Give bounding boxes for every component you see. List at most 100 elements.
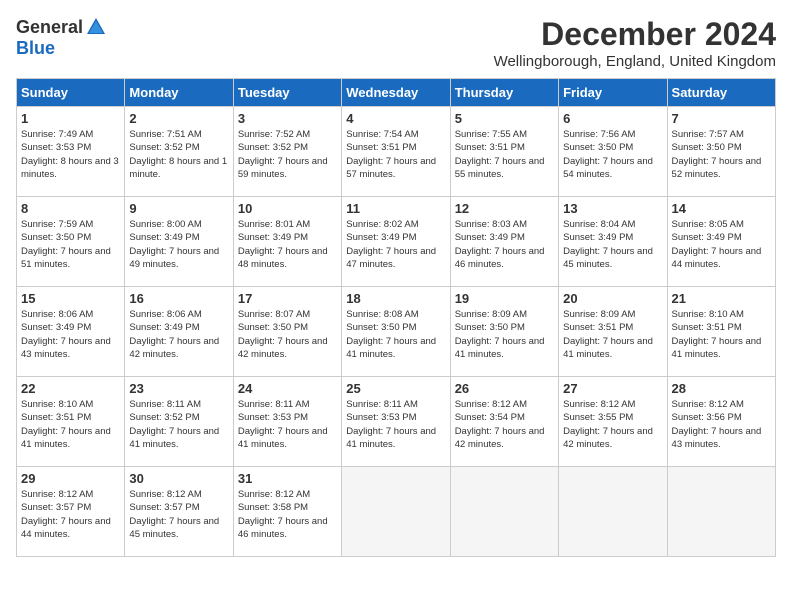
day-info: Sunrise: 8:09 AM Sunset: 3:51 PM Dayligh…: [563, 308, 662, 361]
day-info: Sunrise: 8:12 AM Sunset: 3:58 PM Dayligh…: [238, 488, 337, 541]
calendar-cell: 14 Sunrise: 8:05 AM Sunset: 3:49 PM Dayl…: [667, 197, 775, 287]
day-number: 1: [21, 111, 120, 126]
calendar-cell: 8 Sunrise: 7:59 AM Sunset: 3:50 PM Dayli…: [17, 197, 125, 287]
calendar-cell: 21 Sunrise: 8:10 AM Sunset: 3:51 PM Dayl…: [667, 287, 775, 377]
column-header-saturday: Saturday: [667, 79, 775, 107]
day-info: Sunrise: 8:04 AM Sunset: 3:49 PM Dayligh…: [563, 218, 662, 271]
day-number: 13: [563, 201, 662, 216]
calendar-cell: 10 Sunrise: 8:01 AM Sunset: 3:49 PM Dayl…: [233, 197, 341, 287]
day-info: Sunrise: 8:11 AM Sunset: 3:52 PM Dayligh…: [129, 398, 228, 451]
calendar-cell: 26 Sunrise: 8:12 AM Sunset: 3:54 PM Dayl…: [450, 377, 558, 467]
day-info: Sunrise: 8:10 AM Sunset: 3:51 PM Dayligh…: [672, 308, 771, 361]
calendar-cell: 19 Sunrise: 8:09 AM Sunset: 3:50 PM Dayl…: [450, 287, 558, 377]
day-info: Sunrise: 8:07 AM Sunset: 3:50 PM Dayligh…: [238, 308, 337, 361]
day-info: Sunrise: 8:02 AM Sunset: 3:49 PM Dayligh…: [346, 218, 445, 271]
title-block: December 2024 Wellingborough, England, U…: [494, 16, 776, 70]
day-info: Sunrise: 7:56 AM Sunset: 3:50 PM Dayligh…: [563, 128, 662, 181]
calendar-cell: 22 Sunrise: 8:10 AM Sunset: 3:51 PM Dayl…: [17, 377, 125, 467]
day-number: 6: [563, 111, 662, 126]
calendar-cell: 3 Sunrise: 7:52 AM Sunset: 3:52 PM Dayli…: [233, 107, 341, 197]
calendar-cell: 31 Sunrise: 8:12 AM Sunset: 3:58 PM Dayl…: [233, 467, 341, 557]
calendar-cell: 18 Sunrise: 8:08 AM Sunset: 3:50 PM Dayl…: [342, 287, 450, 377]
day-info: Sunrise: 8:05 AM Sunset: 3:49 PM Dayligh…: [672, 218, 771, 271]
day-number: 31: [238, 471, 337, 486]
day-number: 22: [21, 381, 120, 396]
calendar-cell: 12 Sunrise: 8:03 AM Sunset: 3:49 PM Dayl…: [450, 197, 558, 287]
calendar-cell: [667, 467, 775, 557]
calendar-cell: 24 Sunrise: 8:11 AM Sunset: 3:53 PM Dayl…: [233, 377, 341, 467]
logo-blue: Blue: [16, 38, 55, 59]
calendar-cell: 7 Sunrise: 7:57 AM Sunset: 3:50 PM Dayli…: [667, 107, 775, 197]
day-number: 15: [21, 291, 120, 306]
calendar-cell: 9 Sunrise: 8:00 AM Sunset: 3:49 PM Dayli…: [125, 197, 233, 287]
day-info: Sunrise: 8:06 AM Sunset: 3:49 PM Dayligh…: [129, 308, 228, 361]
day-number: 5: [455, 111, 554, 126]
day-number: 9: [129, 201, 228, 216]
day-info: Sunrise: 8:12 AM Sunset: 3:57 PM Dayligh…: [21, 488, 120, 541]
column-header-thursday: Thursday: [450, 79, 558, 107]
day-number: 27: [563, 381, 662, 396]
day-info: Sunrise: 8:12 AM Sunset: 3:56 PM Dayligh…: [672, 398, 771, 451]
calendar-cell: 23 Sunrise: 8:11 AM Sunset: 3:52 PM Dayl…: [125, 377, 233, 467]
calendar-cell: 29 Sunrise: 8:12 AM Sunset: 3:57 PM Dayl…: [17, 467, 125, 557]
logo-general: General: [16, 17, 83, 38]
location: Wellingborough, England, United Kingdom: [494, 53, 776, 70]
day-number: 4: [346, 111, 445, 126]
day-number: 17: [238, 291, 337, 306]
calendar-cell: 15 Sunrise: 8:06 AM Sunset: 3:49 PM Dayl…: [17, 287, 125, 377]
calendar-cell: 1 Sunrise: 7:49 AM Sunset: 3:53 PM Dayli…: [17, 107, 125, 197]
column-header-friday: Friday: [559, 79, 667, 107]
month-title: December 2024: [494, 16, 776, 53]
column-header-sunday: Sunday: [17, 79, 125, 107]
calendar-cell: 11 Sunrise: 8:02 AM Sunset: 3:49 PM Dayl…: [342, 197, 450, 287]
day-info: Sunrise: 7:59 AM Sunset: 3:50 PM Dayligh…: [21, 218, 120, 271]
day-number: 29: [21, 471, 120, 486]
page-header: General Blue December 2024 Wellingboroug…: [16, 16, 776, 70]
logo-icon: [85, 16, 107, 38]
day-info: Sunrise: 7:49 AM Sunset: 3:53 PM Dayligh…: [21, 128, 120, 181]
day-number: 3: [238, 111, 337, 126]
day-info: Sunrise: 7:57 AM Sunset: 3:50 PM Dayligh…: [672, 128, 771, 181]
calendar-cell: 4 Sunrise: 7:54 AM Sunset: 3:51 PM Dayli…: [342, 107, 450, 197]
day-info: Sunrise: 8:10 AM Sunset: 3:51 PM Dayligh…: [21, 398, 120, 451]
day-number: 10: [238, 201, 337, 216]
day-info: Sunrise: 7:51 AM Sunset: 3:52 PM Dayligh…: [129, 128, 228, 181]
calendar-week-row: 15 Sunrise: 8:06 AM Sunset: 3:49 PM Dayl…: [17, 287, 776, 377]
calendar-cell: 27 Sunrise: 8:12 AM Sunset: 3:55 PM Dayl…: [559, 377, 667, 467]
day-info: Sunrise: 8:03 AM Sunset: 3:49 PM Dayligh…: [455, 218, 554, 271]
column-header-wednesday: Wednesday: [342, 79, 450, 107]
day-number: 24: [238, 381, 337, 396]
day-number: 30: [129, 471, 228, 486]
calendar-table: SundayMondayTuesdayWednesdayThursdayFrid…: [16, 78, 776, 557]
calendar-cell: 25 Sunrise: 8:11 AM Sunset: 3:53 PM Dayl…: [342, 377, 450, 467]
day-number: 18: [346, 291, 445, 306]
calendar-cell: 6 Sunrise: 7:56 AM Sunset: 3:50 PM Dayli…: [559, 107, 667, 197]
calendar-cell: 17 Sunrise: 8:07 AM Sunset: 3:50 PM Dayl…: [233, 287, 341, 377]
column-header-monday: Monday: [125, 79, 233, 107]
day-info: Sunrise: 8:12 AM Sunset: 3:57 PM Dayligh…: [129, 488, 228, 541]
day-info: Sunrise: 7:52 AM Sunset: 3:52 PM Dayligh…: [238, 128, 337, 181]
day-info: Sunrise: 8:08 AM Sunset: 3:50 PM Dayligh…: [346, 308, 445, 361]
day-number: 23: [129, 381, 228, 396]
day-number: 26: [455, 381, 554, 396]
calendar-cell: [342, 467, 450, 557]
logo: General Blue: [16, 16, 107, 59]
day-info: Sunrise: 8:11 AM Sunset: 3:53 PM Dayligh…: [238, 398, 337, 451]
day-info: Sunrise: 8:00 AM Sunset: 3:49 PM Dayligh…: [129, 218, 228, 271]
day-number: 11: [346, 201, 445, 216]
day-info: Sunrise: 8:06 AM Sunset: 3:49 PM Dayligh…: [21, 308, 120, 361]
day-info: Sunrise: 7:54 AM Sunset: 3:51 PM Dayligh…: [346, 128, 445, 181]
day-number: 2: [129, 111, 228, 126]
calendar-week-row: 8 Sunrise: 7:59 AM Sunset: 3:50 PM Dayli…: [17, 197, 776, 287]
day-number: 28: [672, 381, 771, 396]
day-info: Sunrise: 8:01 AM Sunset: 3:49 PM Dayligh…: [238, 218, 337, 271]
day-number: 19: [455, 291, 554, 306]
calendar-week-row: 22 Sunrise: 8:10 AM Sunset: 3:51 PM Dayl…: [17, 377, 776, 467]
day-number: 12: [455, 201, 554, 216]
calendar-cell: 2 Sunrise: 7:51 AM Sunset: 3:52 PM Dayli…: [125, 107, 233, 197]
day-info: Sunrise: 8:11 AM Sunset: 3:53 PM Dayligh…: [346, 398, 445, 451]
calendar-cell: 20 Sunrise: 8:09 AM Sunset: 3:51 PM Dayl…: [559, 287, 667, 377]
day-info: Sunrise: 8:12 AM Sunset: 3:54 PM Dayligh…: [455, 398, 554, 451]
column-header-tuesday: Tuesday: [233, 79, 341, 107]
day-number: 25: [346, 381, 445, 396]
